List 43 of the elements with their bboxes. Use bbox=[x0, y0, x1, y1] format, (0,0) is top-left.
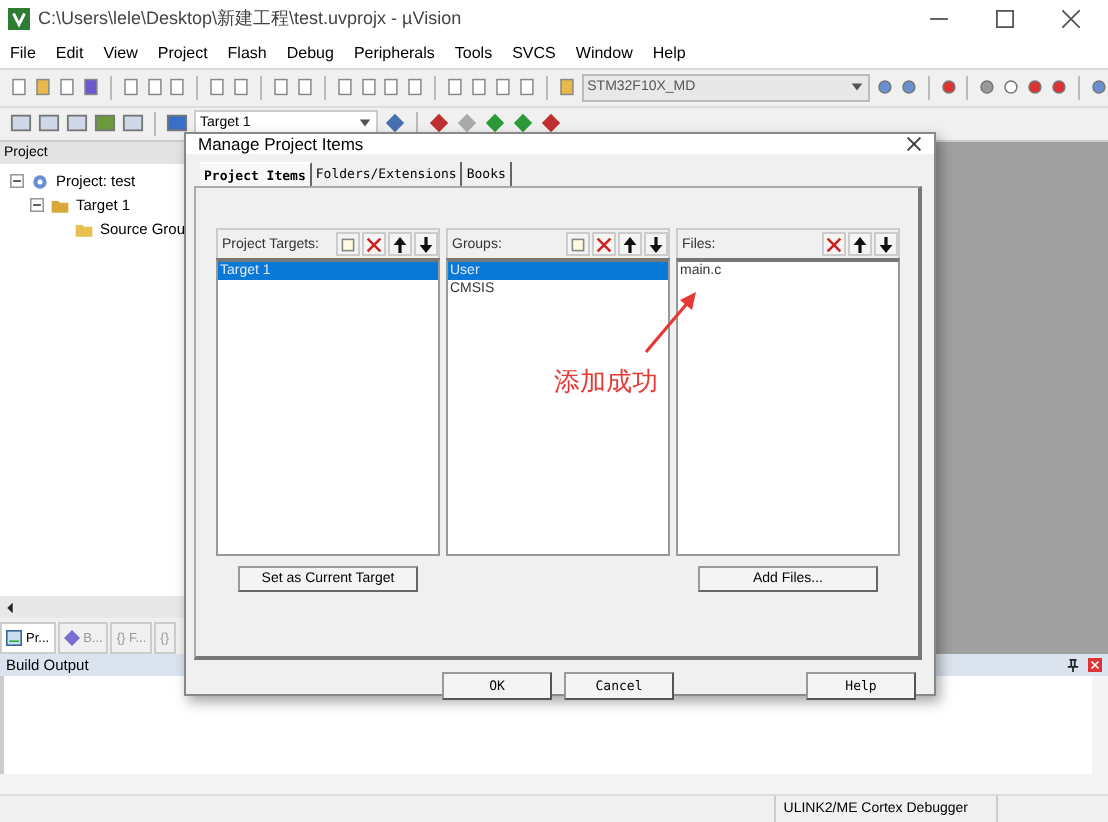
dot-icon[interactable] bbox=[978, 76, 997, 99]
window-title: C:\Users\lele\Desktop\新建工程\test.uvprojx - µVision bbox=[38, 6, 464, 33]
dialog-title: Manage Project Items bbox=[198, 134, 364, 154]
up-arrow-icon[interactable] bbox=[618, 232, 642, 256]
menu-item[interactable]: Tools bbox=[454, 44, 493, 63]
folder-icon bbox=[50, 195, 70, 216]
menu-item[interactable]: SVCS bbox=[512, 44, 556, 63]
down-arrow-icon[interactable] bbox=[874, 232, 898, 256]
menu-item[interactable]: Peripherals bbox=[353, 44, 435, 63]
folder-icon bbox=[74, 219, 94, 240]
menu-item[interactable]: Edit bbox=[55, 44, 84, 63]
collapse-icon[interactable] bbox=[30, 198, 44, 213]
up-arrow-icon[interactable] bbox=[388, 232, 412, 256]
menu-item[interactable]: Debug bbox=[286, 44, 334, 63]
annotation-text: 添加成功 bbox=[554, 366, 658, 400]
new-icon[interactable] bbox=[336, 232, 360, 256]
caret-icon[interactable] bbox=[358, 116, 372, 131]
folder-icon[interactable] bbox=[557, 76, 576, 99]
up-arrow-icon[interactable] bbox=[848, 232, 872, 256]
folder-icon[interactable] bbox=[33, 76, 52, 99]
maximize-icon[interactable] bbox=[996, 10, 1014, 29]
close-icon[interactable] bbox=[906, 136, 922, 152]
delete-icon[interactable] bbox=[592, 232, 616, 256]
scrollbar[interactable] bbox=[0, 774, 1108, 794]
close-icon[interactable] bbox=[1062, 10, 1080, 29]
annotation-arrow bbox=[642, 288, 702, 356]
menu-item[interactable]: File bbox=[10, 44, 36, 63]
down-arrow-icon[interactable] bbox=[414, 232, 438, 256]
menu-item[interactable]: View bbox=[103, 44, 138, 63]
new-icon[interactable] bbox=[566, 232, 590, 256]
collapse-icon[interactable] bbox=[10, 174, 24, 189]
pin-icon[interactable] bbox=[1066, 658, 1080, 673]
scroll-left-icon[interactable] bbox=[6, 601, 14, 614]
menu-item[interactable]: Project bbox=[157, 44, 208, 63]
delete-icon[interactable] bbox=[362, 232, 386, 256]
delete-icon[interactable] bbox=[822, 232, 846, 256]
menu-item[interactable]: Help bbox=[652, 44, 686, 63]
circle-icon[interactable] bbox=[1002, 76, 1021, 99]
menu-item[interactable]: Window bbox=[575, 44, 633, 63]
app-icon bbox=[8, 8, 30, 31]
menu-item[interactable]: Flash bbox=[227, 44, 267, 63]
down-arrow-icon[interactable] bbox=[644, 232, 668, 256]
caret-icon[interactable] bbox=[849, 80, 864, 95]
